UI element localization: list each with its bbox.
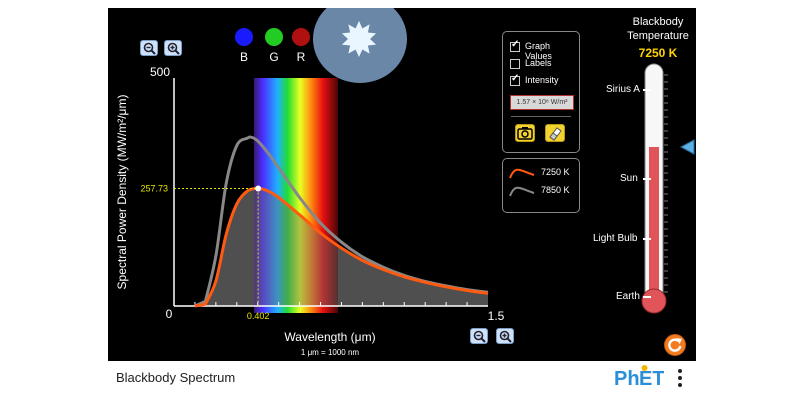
camera-icon	[517, 127, 533, 140]
tick-earth	[643, 296, 651, 298]
kebab-menu-icon	[678, 369, 682, 387]
phet-logo[interactable]: Ph ET	[614, 364, 665, 390]
panel-divider	[511, 116, 571, 117]
tick-light-bulb	[643, 238, 651, 240]
simulation-title: Blackbody Spectrum	[116, 370, 236, 385]
thermo-label-sun: Sun	[620, 173, 638, 184]
intensity-label: Intensity	[525, 75, 559, 85]
saved-curve-swatch	[509, 186, 535, 197]
temperature-readout: 7250 K	[638, 46, 678, 60]
labels-checkbox[interactable]	[510, 59, 520, 69]
zoom-in-horizontal-button[interactable]	[496, 328, 514, 344]
temperature-slider-handle[interactable]	[679, 139, 695, 155]
thermo-label-sirius-a: Sirius A	[606, 84, 640, 95]
marker-value-label: 257.73	[140, 183, 168, 193]
units-note: 1 μm = 1000 nm	[301, 348, 360, 357]
reset-all-button[interactable]	[664, 334, 686, 356]
x-max-label: 1.5	[488, 309, 505, 323]
phet-logo-icon: Ph ET	[614, 365, 665, 390]
simulation-area: B G R 500 0 1.5 257.73 0.402 Spectral Po…	[108, 8, 696, 361]
thermometer-bulb	[641, 288, 667, 314]
zoom-out-icon	[473, 330, 486, 343]
erase-curves-button[interactable]	[545, 124, 565, 142]
y-max-label: 500	[150, 65, 170, 79]
eraser-icon	[549, 127, 562, 141]
x-zero-label: 0	[166, 307, 173, 321]
thermo-label-earth: Earth	[616, 291, 640, 302]
save-curve-button[interactable]	[515, 124, 535, 142]
spectrum-graph: 500 0 1.5 257.73 0.402 Spectral Power De…	[115, 65, 505, 357]
labels-label: Labels	[525, 58, 552, 68]
thermometer-title-line2: Temperature	[627, 30, 689, 42]
zoom-in-icon	[499, 330, 512, 343]
zoom-out-horizontal-button[interactable]	[470, 328, 488, 344]
tick-sun	[643, 178, 651, 180]
x-axis-title: Wavelength (μm)	[284, 330, 375, 344]
tick-sirius-a	[643, 89, 651, 91]
legend-saved-label: 7850 K	[541, 185, 570, 195]
marker-wavelength-label: 0.402	[247, 311, 270, 321]
intensity-checkbox[interactable]	[510, 73, 520, 86]
thermometer-title-line1: Blackbody	[632, 16, 684, 28]
intensity-readout: 1.57 × 10⁸ W/m²	[510, 95, 574, 110]
thermometer	[641, 63, 695, 314]
thermo-label-light-bulb: Light Bulb	[593, 233, 638, 244]
y-axis-title: Spectral Power Density (MW/m²/μm)	[115, 95, 129, 290]
reset-icon	[668, 338, 682, 352]
menu-button[interactable]	[677, 368, 683, 388]
graph-values-checkbox[interactable]	[510, 39, 520, 52]
legend-current-label: 7250 K	[541, 167, 570, 177]
current-curve-swatch	[509, 168, 535, 179]
svg-text:Ph: Ph	[614, 368, 640, 390]
thermometer-fluid	[649, 147, 659, 297]
graph-value-marker[interactable]	[255, 185, 262, 192]
curve-legend-panel: 7250 K 7850 K	[502, 158, 580, 213]
options-panel: Graph Values Labels Intensity 1.57 × 10⁸…	[502, 31, 580, 153]
svg-text:ET: ET	[639, 368, 664, 390]
